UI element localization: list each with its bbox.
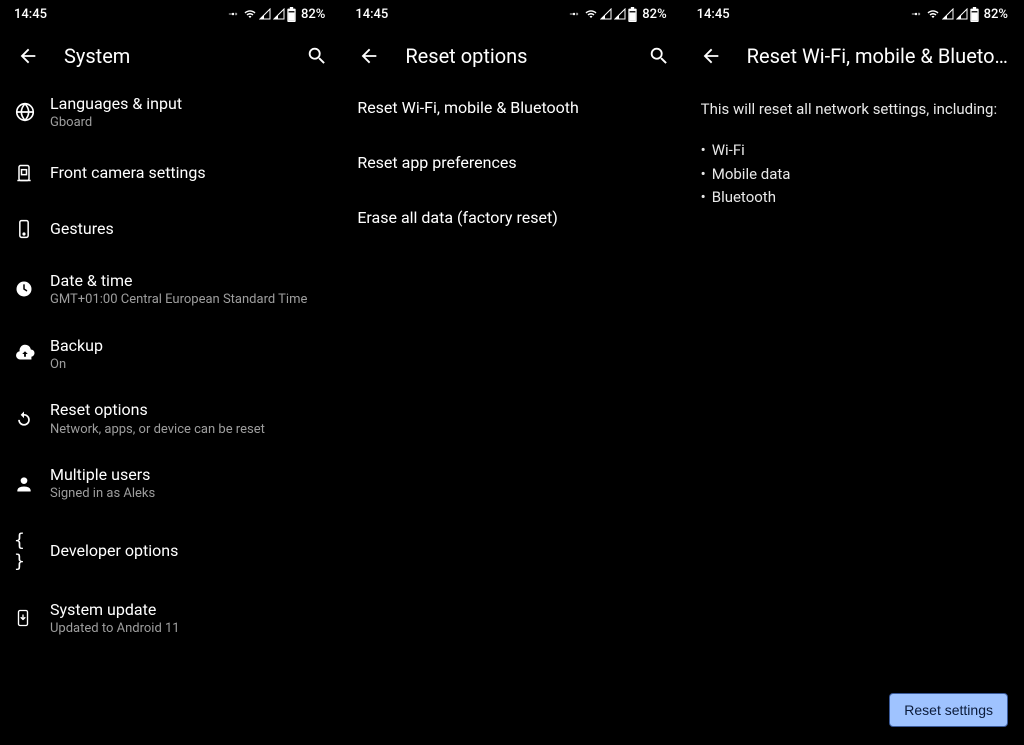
item-title: Gestures (50, 219, 114, 238)
signal-1-icon (942, 8, 954, 20)
wifi-icon (243, 8, 257, 20)
restore-icon (14, 409, 34, 429)
item-title: Front camera settings (50, 163, 206, 182)
cloud-upload-icon (14, 343, 36, 365)
item-front-camera[interactable]: Front camera settings (0, 145, 341, 201)
vpn-key-icon (225, 9, 241, 19)
status-indicators: 82% (566, 7, 666, 22)
front-camera-icon (14, 163, 34, 183)
item-sub: GMT+01:00 Central European Standard Time (50, 292, 307, 308)
battery-icon (287, 7, 296, 22)
arrow-back-icon (17, 45, 39, 67)
gestures-icon (14, 219, 34, 239)
item-system-update[interactable]: System update Updated to Android 11 (0, 586, 341, 651)
screen-system: 14:45 82% System Languages & input Gboar… (0, 0, 341, 745)
vpn-key-icon (908, 9, 924, 19)
status-bar: 14:45 82% (683, 0, 1024, 28)
battery-icon (970, 7, 979, 22)
header: System (0, 28, 341, 80)
search-icon (306, 45, 328, 67)
wifi-icon (926, 8, 940, 20)
item-sub: Gboard (50, 115, 182, 131)
signal-2-icon (956, 8, 968, 20)
item-multiple-users[interactable]: Multiple users Signed in as Aleks (0, 451, 341, 516)
status-indicators: 82% (225, 7, 325, 22)
item-gestures[interactable]: Gestures (0, 201, 341, 257)
battery-percent: 82% (984, 7, 1008, 22)
battery-icon (628, 7, 637, 22)
item-date-time[interactable]: Date & time GMT+01:00 Central European S… (0, 257, 341, 322)
braces-icon: { } (14, 530, 50, 572)
item-sub: Signed in as Aleks (50, 486, 155, 502)
item-sub: Updated to Android 11 (50, 621, 180, 637)
system-update-icon (14, 608, 32, 628)
battery-percent: 82% (301, 7, 325, 22)
item-languages-input[interactable]: Languages & input Gboard (0, 80, 341, 145)
battery-percent: 82% (642, 7, 666, 22)
item-developer-options[interactable]: { } Developer options (0, 516, 341, 586)
item-title: System update (50, 600, 180, 619)
arrow-back-icon (700, 45, 722, 67)
status-time: 14:45 (14, 7, 47, 22)
item-title: Multiple users (50, 465, 155, 484)
option-reset-app-prefs[interactable]: Reset app preferences (341, 135, 682, 190)
item-sub: Network, apps, or device can be reset (50, 422, 265, 438)
status-bar: 14:45 82% (0, 0, 341, 28)
page-title: Reset options (405, 44, 622, 68)
header: Reset Wi-Fi, mobile & Blueto… (683, 28, 1024, 80)
reset-settings-button[interactable]: Reset settings (889, 693, 1008, 727)
search-button[interactable] (305, 44, 329, 68)
screen-reset-options: 14:45 82% Reset options Reset Wi-Fi, mob… (341, 0, 682, 745)
item-title: Reset options (50, 400, 265, 419)
option-reset-network[interactable]: Reset Wi-Fi, mobile & Bluetooth (341, 80, 682, 135)
item-backup[interactable]: Backup On (0, 322, 341, 387)
reset-options-list: Reset Wi-Fi, mobile & Bluetooth Reset ap… (341, 80, 682, 745)
status-time: 14:45 (355, 7, 388, 22)
page-title: Reset Wi-Fi, mobile & Blueto… (747, 44, 1012, 68)
back-button[interactable] (699, 44, 723, 68)
item-title: Backup (50, 336, 103, 355)
item-title: Date & time (50, 271, 307, 290)
signal-1-icon (600, 8, 612, 20)
item-title: Languages & input (50, 94, 182, 113)
arrow-back-icon (358, 45, 380, 67)
option-factory-reset[interactable]: Erase all data (factory reset) (341, 190, 682, 245)
page-title: System (64, 44, 281, 68)
settings-list: Languages & input Gboard Front camera se… (0, 80, 341, 745)
clock-icon (14, 279, 34, 299)
bullet-bluetooth: Bluetooth (701, 186, 1006, 209)
signal-1-icon (259, 8, 271, 20)
search-button[interactable] (647, 44, 671, 68)
item-sub: On (50, 357, 103, 373)
wifi-icon (584, 8, 598, 20)
bullet-wifi: Wi-Fi (701, 139, 1006, 162)
item-title: Developer options (50, 541, 178, 560)
back-button[interactable] (16, 44, 40, 68)
screen-reset-network: 14:45 82% Reset Wi-Fi, mobile & Blueto… … (683, 0, 1024, 745)
search-icon (648, 45, 670, 67)
bullet-mobile-data: Mobile data (701, 163, 1006, 186)
back-button[interactable] (357, 44, 381, 68)
vpn-key-icon (566, 9, 582, 19)
status-bar: 14:45 82% (341, 0, 682, 28)
signal-2-icon (273, 8, 285, 20)
bullet-list: Wi-Fi Mobile data Bluetooth (683, 139, 1024, 209)
header: Reset options (341, 28, 682, 80)
person-icon (14, 474, 34, 494)
globe-icon (14, 101, 36, 123)
item-reset-options[interactable]: Reset options Network, apps, or device c… (0, 386, 341, 451)
signal-2-icon (614, 8, 626, 20)
status-time: 14:45 (697, 7, 730, 22)
status-indicators: 82% (908, 7, 1008, 22)
intro-text: This will reset all network settings, in… (683, 98, 1024, 121)
